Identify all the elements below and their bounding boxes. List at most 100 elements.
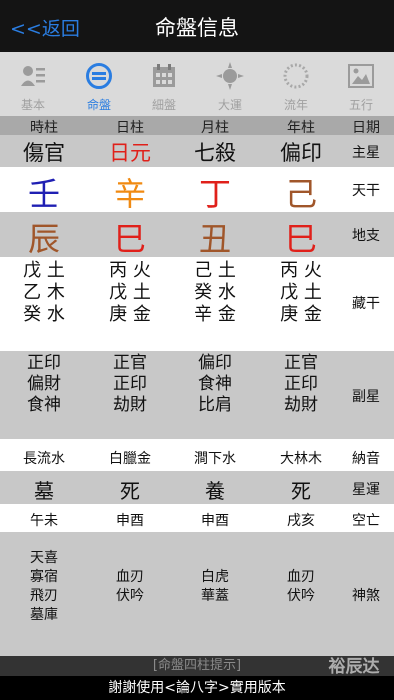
hidden-stem-item: 乙 木 [23, 282, 65, 303]
tab-label: 流年 [283, 98, 308, 112]
secondary-star-item: 比肩 [198, 395, 232, 415]
chart-circle-icon [86, 63, 112, 89]
nayin-cell: 澗下水 [194, 451, 236, 467]
secondary-star-item: 偏財 [27, 374, 61, 394]
header-year-pillar: 年柱 [287, 120, 315, 136]
hidden-stem-item: 庚 金 [280, 304, 322, 325]
row-label: 地支 [352, 228, 380, 244]
tab-label: 命盤 [86, 98, 111, 112]
spirit-item: 伏吟 [287, 588, 315, 604]
spirit-item: 飛刃 [30, 588, 58, 604]
secondary-star-cell: 正印 偏財 食神 [10, 353, 78, 416]
void-cell: 戌亥 [287, 513, 315, 529]
dotted-ring-icon [283, 63, 309, 89]
branch-cell: 辰 [27, 220, 60, 258]
spirit-cell: 血刃 伏吟 [96, 568, 164, 606]
header-hour-pillar: 時柱 [30, 120, 58, 136]
secondary-star-item: 劫財 [284, 395, 318, 415]
main-star-cell: 偏印 [280, 141, 322, 165]
row-label: 副星 [352, 389, 380, 405]
stem-cell: 己 [284, 175, 317, 213]
row-label: 藏干 [352, 296, 380, 312]
tab-label: 大運 [217, 98, 242, 112]
calendar-icon [153, 64, 175, 87]
tab-chart[interactable]: 命盤 [66, 52, 132, 116]
star-fortune-cell: 養 [205, 479, 225, 503]
header-date: 日期 [352, 120, 380, 136]
spirit-cell: 白虎 華蓋 [181, 568, 249, 606]
tab-label: 五行 [348, 98, 373, 112]
secondary-star-item: 食神 [198, 374, 232, 394]
void-cell: 申酉 [201, 513, 229, 529]
spirit-cell: 血刃 伏吟 [266, 568, 336, 606]
spirit-item: 華蓋 [201, 588, 229, 604]
spirit-item: 墓庫 [30, 607, 58, 623]
spirit-item: 伏吟 [116, 588, 144, 604]
hidden-stem-cell: 丙 火 戊 土 庚 金 [266, 260, 336, 326]
void-cell: 申酉 [116, 513, 144, 529]
branch-cell: 丑 [198, 220, 231, 258]
tab-basic[interactable]: 基本 [0, 52, 66, 116]
tab-label: 基本 [20, 98, 45, 112]
watermark: 裕辰达 [328, 657, 380, 677]
main-star-cell: 傷官 [23, 141, 65, 165]
nayin-row: 長流水 白臘金 澗下水 大林木 納音 [0, 442, 394, 471]
spirit-item: 白虎 [201, 569, 229, 585]
branch-cell: 巳 [113, 220, 146, 258]
main-star-cell: 日元 [109, 141, 151, 165]
hidden-stem-cell: 戊 土 乙 木 癸 水 [10, 260, 78, 326]
tab-wuxing[interactable]: 五行 [328, 52, 394, 116]
stem-cell: 丁 [198, 175, 231, 213]
header-month-pillar: 月柱 [201, 120, 229, 136]
row-label: 神煞 [352, 588, 380, 604]
hidden-stem-item: 戊 土 [280, 282, 322, 303]
void-row: 午未 申酉 申酉 戌亥 空亡 [0, 504, 394, 532]
secondary-star-item: 正印 [113, 374, 147, 394]
hidden-stem-item: 庚 金 [109, 304, 151, 325]
heavenly-stem-row: 壬 辛 丁 己 天干 [0, 167, 394, 213]
header-day-pillar: 日柱 [116, 120, 144, 136]
nayin-cell: 白臘金 [109, 451, 151, 467]
secondary-star-item: 食神 [27, 395, 61, 415]
tab-dayun[interactable]: 大運 [197, 52, 263, 116]
nav-bar: <<返回 命盤信息 [0, 0, 394, 52]
footer-text: 謝謝使用<論八字>實用版本 [0, 676, 394, 700]
hidden-stem-item: 丙 火 [280, 260, 322, 281]
spirit-item: 寡宿 [30, 569, 58, 585]
hidden-stem-item: 戊 土 [23, 260, 65, 281]
row-label: 空亡 [352, 513, 380, 529]
tab-detail[interactable]: 細盤 [131, 52, 197, 116]
secondary-star-item: 正官 [284, 353, 318, 373]
secondary-star-cell: 正官 正印 劫財 [96, 353, 164, 416]
secondary-star-item: 劫財 [113, 395, 147, 415]
nayin-cell: 大林木 [280, 451, 322, 467]
spirit-item: 血刃 [287, 569, 315, 585]
branch-cell: 巳 [284, 220, 317, 258]
image-icon [348, 64, 374, 88]
tab-bar: 基本 命盤 細盤 大運 流年 五行 [0, 52, 394, 117]
star-fortune-cell: 死 [120, 479, 140, 503]
void-cell: 午未 [30, 513, 58, 529]
secondary-star-row: 正印 偏財 食神 正官 正印 劫財 偏印 食神 比肩 正官 正印 劫財 副星 [0, 351, 394, 439]
column-header-row: 時柱 日柱 月柱 年柱 日期 [0, 116, 394, 136]
secondary-star-cell: 正官 正印 劫財 [266, 353, 336, 416]
nayin-cell: 長流水 [23, 451, 65, 467]
secondary-star-item: 正印 [284, 374, 318, 394]
hidden-stem-cell: 丙 火 戊 土 庚 金 [96, 260, 164, 326]
star-fortune-row: 墓 死 養 死 星運 [0, 471, 394, 504]
hidden-stem-item: 己 土 [194, 260, 236, 281]
tab-liunian[interactable]: 流年 [263, 52, 329, 116]
sun-icon [216, 62, 244, 90]
spirit-item: 血刃 [116, 569, 144, 585]
stem-cell: 壬 [27, 175, 60, 213]
hidden-stem-item: 辛 金 [194, 304, 236, 325]
row-label: 星運 [352, 482, 380, 498]
hidden-stem-item: 癸 水 [23, 304, 65, 325]
secondary-star-item: 偏印 [198, 353, 232, 373]
hidden-stem-cell: 己 土 癸 水 辛 金 [181, 260, 249, 326]
hidden-stem-item: 丙 火 [109, 260, 151, 281]
tab-label: 細盤 [151, 98, 176, 112]
row-label: 主星 [352, 145, 380, 161]
secondary-star-item: 正官 [113, 353, 147, 373]
star-fortune-cell: 墓 [34, 479, 54, 503]
